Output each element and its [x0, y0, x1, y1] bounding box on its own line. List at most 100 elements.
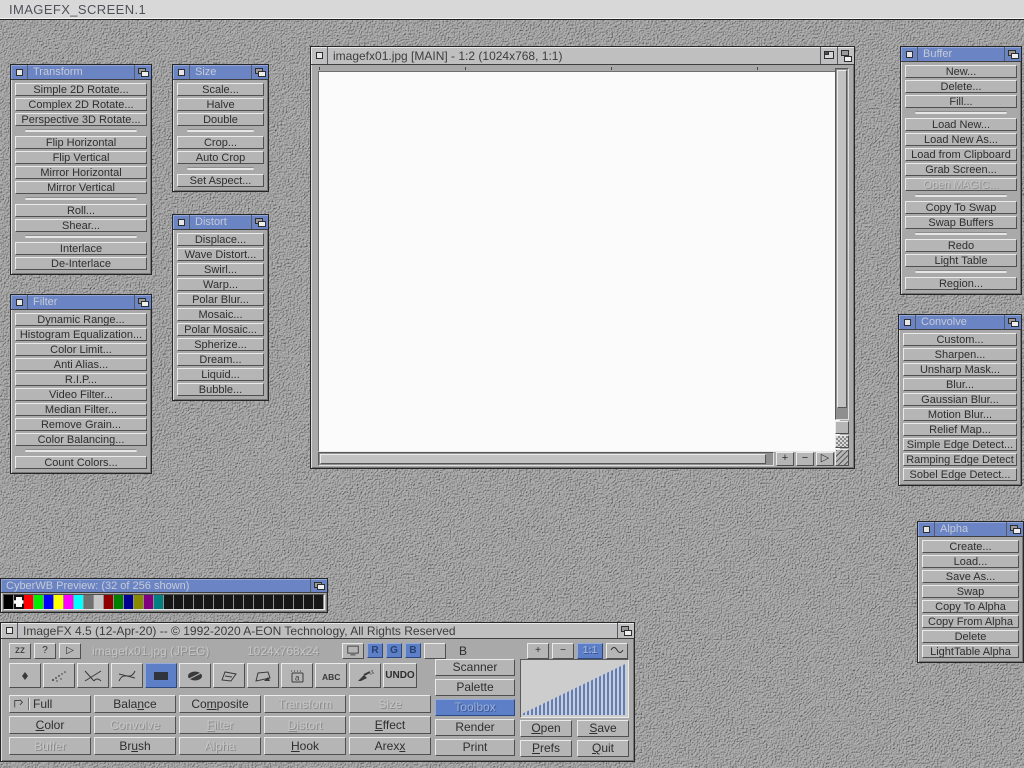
sobel-edge-detect-button[interactable]: Sobel Edge Detect... [903, 468, 1017, 481]
distort-titlebar[interactable]: Distort [173, 215, 268, 230]
swirl-button[interactable]: Swirl... [177, 263, 264, 276]
palette-swatch[interactable] [44, 595, 54, 609]
tool-spray-gun-button[interactable] [349, 663, 381, 688]
palette-swatch[interactable] [14, 595, 24, 609]
close-icon[interactable] [11, 65, 28, 79]
palette-swatch[interactable] [194, 595, 204, 609]
palette-swatch[interactable] [34, 595, 44, 609]
palette-swatch[interactable] [214, 595, 224, 609]
spherize-button[interactable]: Spherize... [177, 338, 264, 351]
depth-icon[interactable] [837, 47, 854, 64]
palette-swatch[interactable] [114, 595, 124, 609]
help-button[interactable]: ? [34, 643, 56, 659]
remove-grain-button[interactable]: Remove Grain... [15, 418, 147, 431]
perspective-3d-rotate-button[interactable]: Perspective 3D Rotate... [15, 113, 147, 126]
tool-rectangle-button[interactable] [145, 663, 177, 688]
save-alpha-as-button[interactable]: Save As... [922, 570, 1019, 583]
close-icon[interactable] [173, 215, 190, 229]
count-colors-button[interactable]: Count Colors... [15, 456, 147, 469]
horizontal-scrollbar[interactable] [318, 452, 774, 466]
warp-button[interactable]: Warp... [177, 278, 264, 291]
depth-icon[interactable] [134, 295, 151, 309]
palette-swatch[interactable] [94, 595, 104, 609]
palette-swatch[interactable] [304, 595, 314, 609]
blur-button[interactable]: Blur... [903, 378, 1017, 391]
palette-swatch[interactable] [164, 595, 174, 609]
depth-icon[interactable] [1004, 47, 1021, 61]
tool-polygon-button[interactable] [213, 663, 245, 688]
rip-button[interactable]: R.I.P... [15, 373, 147, 386]
palette-swatch[interactable] [254, 595, 264, 609]
redo-button[interactable]: Redo [905, 239, 1017, 252]
mosaic-button[interactable]: Mosaic... [177, 308, 264, 321]
pattern-wave-button[interactable] [606, 643, 628, 659]
wave-distort-button[interactable]: Wave Distort... [177, 248, 264, 261]
open-button[interactable]: Open [520, 720, 572, 737]
buffer-titlebar[interactable]: Buffer [901, 47, 1021, 62]
size-titlebar[interactable]: Size [173, 65, 268, 80]
set-aspect-button[interactable]: Set Aspect... [177, 174, 264, 187]
brush-mode-button[interactable]: Brush [94, 737, 176, 755]
close-icon[interactable] [918, 522, 935, 536]
tool-point-button[interactable] [9, 663, 41, 688]
grab-screen-button[interactable]: Grab Screen... [905, 163, 1017, 176]
palette-swatch[interactable] [264, 595, 274, 609]
depth-icon[interactable] [251, 215, 268, 229]
close-icon[interactable] [899, 315, 916, 329]
print-button[interactable]: Print [435, 739, 515, 756]
dotted-toggle-button[interactable] [835, 435, 849, 448]
image-canvas[interactable] [318, 71, 840, 452]
horizontal-scrollbar-thumb[interactable] [320, 454, 766, 464]
close-icon[interactable] [173, 65, 190, 79]
ramping-edge-detect-button[interactable]: Ramping Edge Detect [903, 453, 1017, 466]
tool-curve-button[interactable] [111, 663, 143, 688]
run-macro-button[interactable]: ▷ [59, 643, 81, 659]
gaussian-blur-button[interactable]: Gaussian Blur... [903, 393, 1017, 406]
undo-button[interactable]: UNDO [383, 663, 417, 688]
depth-icon[interactable] [134, 65, 151, 79]
complex-2d-rotate-button[interactable]: Complex 2D Rotate... [15, 98, 147, 111]
dream-button[interactable]: Dream... [177, 353, 264, 366]
quit-button[interactable]: Quit [577, 740, 629, 757]
screen-titlebar[interactable]: IMAGEFX_SCREEN.1 [0, 0, 1024, 20]
palette-swatch[interactable] [124, 595, 134, 609]
effect-mode-button[interactable]: Effect [349, 716, 431, 734]
vertical-scrollbar-thumb[interactable] [837, 70, 847, 408]
blue-channel-button[interactable]: B [405, 643, 421, 658]
dynamic-range-button[interactable]: Dynamic Range... [15, 313, 147, 326]
load-from-clipboard-button[interactable]: Load from Clipboard [905, 148, 1017, 161]
depth-icon[interactable] [310, 579, 327, 592]
copy-from-alpha-button[interactable]: Copy From Alpha [922, 615, 1019, 628]
tool-freehand-button[interactable] [247, 663, 279, 688]
hook-button[interactable]: Hook [264, 737, 346, 755]
palette-swatch[interactable] [284, 595, 294, 609]
bubble-button[interactable]: Bubble... [177, 383, 264, 396]
copy-to-alpha-button[interactable]: Copy To Alpha [922, 600, 1019, 613]
palette-swatch[interactable] [204, 595, 214, 609]
zoom-in-button[interactable]: + [527, 643, 549, 659]
palette-swatch[interactable] [74, 595, 84, 609]
palette-swatch[interactable] [134, 595, 144, 609]
custom-convolve-button[interactable]: Custom... [903, 333, 1017, 346]
palette-swatch[interactable] [234, 595, 244, 609]
scanner-button[interactable]: Scanner [435, 659, 515, 676]
swap-buffers-button[interactable]: Swap Buffers [905, 216, 1017, 229]
palette-swatch[interactable] [314, 595, 324, 609]
palette-swatch[interactable] [184, 595, 194, 609]
color-mode-button[interactable]: Color [9, 716, 91, 734]
vertical-scrollbar[interactable] [835, 68, 849, 420]
palette-swatch[interactable] [154, 595, 164, 609]
flip-horizontal-button[interactable]: Flip Horizontal [15, 136, 147, 149]
red-channel-button[interactable]: R [367, 643, 383, 658]
depth-icon[interactable] [617, 623, 634, 638]
window-zoom-icon[interactable] [820, 47, 837, 64]
motion-blur-button[interactable]: Motion Blur... [903, 408, 1017, 421]
screen-mode-button[interactable] [342, 643, 364, 659]
median-filter-button[interactable]: Median Filter... [15, 403, 147, 416]
dither-toggle-button[interactable] [424, 643, 446, 659]
palette-swatch[interactable] [64, 595, 74, 609]
color-balancing-button[interactable]: Color Balancing... [15, 433, 147, 446]
palette-titlebar[interactable]: CyberWB Preview: (32 of 256 shown) [1, 579, 327, 593]
auto-crop-button[interactable]: Auto Crop [177, 151, 264, 164]
zoom-out-button[interactable]: − [796, 452, 814, 466]
